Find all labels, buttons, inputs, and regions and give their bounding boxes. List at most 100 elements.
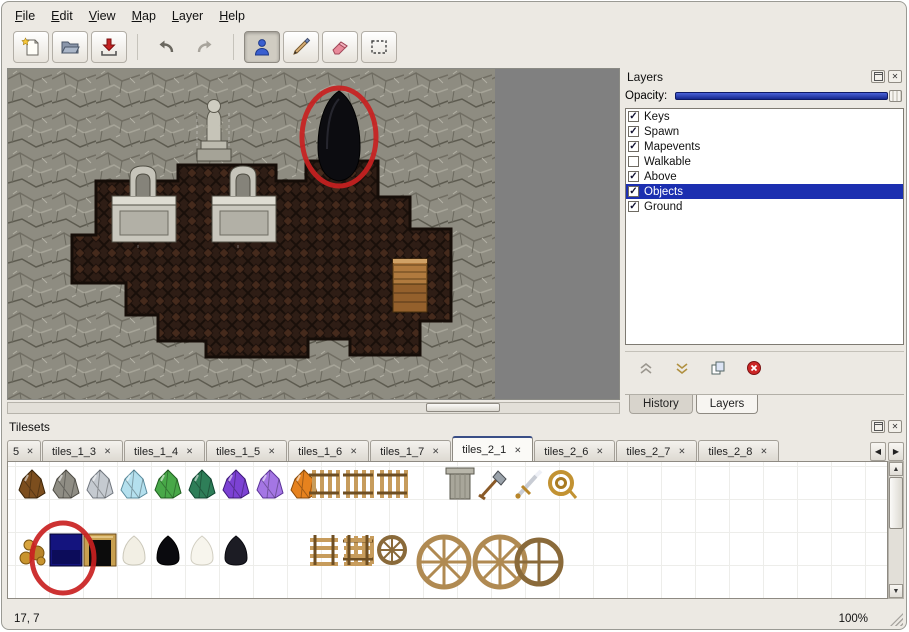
tileset-tab[interactable]: tiles_2_7: [616, 440, 697, 462]
tileset-tab-label: tiles_1_3: [52, 446, 96, 458]
layer-checkbox[interactable]: [628, 156, 639, 167]
undo-button[interactable]: [148, 31, 184, 63]
tileset-tab-active[interactable]: tiles_2_1: [452, 436, 533, 462]
eraser-tool-icon: [329, 36, 351, 58]
opacity-slider-track[interactable]: [675, 92, 888, 100]
tile-track-horizontal: [377, 470, 407, 498]
menu-map[interactable]: Map: [124, 5, 164, 27]
menu-help[interactable]: Help: [211, 5, 253, 27]
tile-crystal-gray: [53, 470, 79, 498]
tileset-tab[interactable]: tiles_1_7: [370, 440, 451, 462]
menu-edit[interactable]: Edit: [43, 5, 81, 27]
map-canvas[interactable]: [7, 68, 620, 400]
tab-close-icon[interactable]: [758, 446, 769, 457]
scroll-tabs-right-icon[interactable]: [888, 442, 904, 461]
stamp-person-icon: [251, 36, 273, 58]
move-layer-up-button[interactable]: [635, 359, 657, 377]
layer-row-above[interactable]: Above: [626, 169, 903, 184]
tile-black-cloak: [157, 536, 179, 565]
tab-layers[interactable]: Layers: [696, 395, 759, 414]
delete-layer-button[interactable]: [743, 359, 765, 377]
tile-crystal-lightgray: [87, 470, 113, 498]
tileset-vertical-scrollbar[interactable]: [888, 461, 904, 599]
layer-row-keys[interactable]: Keys: [626, 109, 903, 124]
tileset-render: [8, 462, 868, 596]
float-panel-icon[interactable]: [871, 70, 885, 83]
float-panel-icon[interactable]: [871, 420, 885, 433]
crate: [393, 259, 427, 312]
tile-rope-coil: [550, 472, 576, 498]
tileset-tab[interactable]: tiles_1_4: [124, 440, 205, 462]
tab-close-icon[interactable]: [430, 446, 441, 457]
menu-bar: File Edit View Map Layer Help: [7, 5, 253, 27]
close-panel-icon[interactable]: [888, 70, 902, 83]
select-tool-button[interactable]: [361, 31, 397, 63]
paint-tool-button[interactable]: [283, 31, 319, 63]
tab-close-icon[interactable]: [184, 446, 195, 457]
tileset-tab[interactable]: tiles_1_6: [288, 440, 369, 462]
tileset-tab-label: tiles_1_7: [380, 446, 424, 458]
menu-file[interactable]: File: [7, 5, 43, 27]
map-render: [8, 69, 495, 399]
layer-checkbox[interactable]: [628, 186, 639, 197]
new-file-button[interactable]: [13, 31, 49, 63]
toolbar-separator: [137, 34, 138, 60]
tileset-tab[interactable]: tiles_1_3: [42, 440, 123, 462]
menu-layer[interactable]: Layer: [164, 5, 211, 27]
scroll-tabs-left-icon[interactable]: [870, 442, 886, 461]
save-button[interactable]: [91, 31, 127, 63]
scroll-down-icon[interactable]: [889, 584, 903, 598]
layer-row-objects[interactable]: Objects: [626, 184, 903, 199]
layer-checkbox[interactable]: [628, 111, 639, 122]
tileset-grid[interactable]: [7, 461, 888, 599]
layer-row-ground[interactable]: Ground: [626, 199, 903, 214]
redo-button[interactable]: [187, 31, 223, 63]
opacity-slider[interactable]: [675, 90, 902, 102]
layer-row-spawn[interactable]: Spawn: [626, 124, 903, 139]
scrollbar-thumb[interactable]: [426, 403, 500, 412]
tileset-tab[interactable]: 5: [7, 440, 41, 462]
tile-crystal-green: [155, 470, 181, 498]
layer-list: Keys Spawn Mapevents Walkable Above Obje…: [625, 108, 904, 345]
tile-track-cross: [343, 535, 373, 565]
duplicate-layer-button[interactable]: [707, 359, 729, 377]
tab-close-icon[interactable]: [266, 446, 277, 457]
layer-checkbox[interactable]: [628, 201, 639, 212]
scroll-up-icon[interactable]: [889, 462, 903, 476]
eraser-tool-button[interactable]: [322, 31, 358, 63]
tileset-tab[interactable]: tiles_2_6: [534, 440, 615, 462]
layer-checkbox[interactable]: [628, 171, 639, 182]
stamp-tool-button[interactable]: [244, 31, 280, 63]
tab-close-icon[interactable]: [25, 446, 35, 457]
opacity-slider-handle[interactable]: [889, 90, 902, 102]
layer-row-mapevents[interactable]: Mapevents: [626, 139, 903, 154]
tileset-tab[interactable]: tiles_2_8: [698, 440, 779, 462]
tab-close-icon[interactable]: [594, 446, 605, 457]
scrollbar-thumb[interactable]: [889, 477, 903, 529]
tileset-tab-label: tiles_2_1: [462, 444, 506, 456]
tile-white-cloak: [191, 536, 213, 565]
layer-row-walkable[interactable]: Walkable: [626, 154, 903, 169]
layer-buttons: [625, 351, 904, 377]
tab-close-icon[interactable]: [512, 445, 523, 456]
tab-close-icon[interactable]: [676, 446, 687, 457]
map-horizontal-scrollbar[interactable]: [7, 402, 620, 414]
tab-history[interactable]: History: [629, 395, 693, 414]
duplicate-icon: [711, 361, 726, 375]
app-window: File Edit View Map Layer Help: [1, 1, 907, 630]
close-panel-icon[interactable]: [888, 420, 902, 433]
tile-track-horizontal: [343, 470, 373, 498]
move-layer-down-button[interactable]: [671, 359, 693, 377]
open-button[interactable]: [52, 31, 88, 63]
tileset-tab-label: tiles_1_6: [298, 446, 342, 458]
tab-close-icon[interactable]: [348, 446, 359, 457]
opacity-row: Opacity:: [625, 90, 904, 102]
wagon-wheels: [419, 537, 561, 587]
layer-name: Spawn: [644, 126, 679, 138]
tab-close-icon[interactable]: [102, 446, 113, 457]
paint-tool-icon: [290, 36, 312, 58]
tileset-tab[interactable]: tiles_1_5: [206, 440, 287, 462]
layer-checkbox[interactable]: [628, 126, 639, 137]
menu-view[interactable]: View: [81, 5, 124, 27]
layer-checkbox[interactable]: [628, 141, 639, 152]
